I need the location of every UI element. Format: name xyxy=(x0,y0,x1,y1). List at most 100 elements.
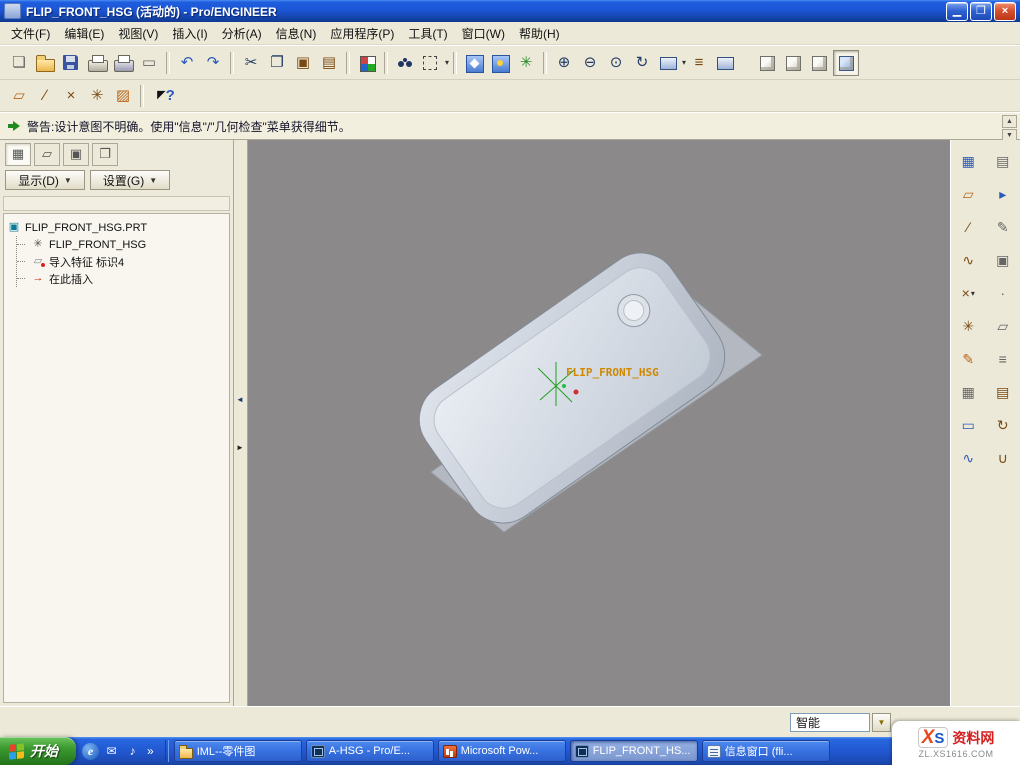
new-file-icon[interactable]: ❏ xyxy=(7,51,31,75)
refit-icon[interactable]: ⊙ xyxy=(604,51,628,75)
no-hidden-display-icon[interactable] xyxy=(807,51,831,75)
selection-filter-icon[interactable]: ▦ xyxy=(955,150,981,172)
datum-point-dropdown-icon[interactable]: ▾ xyxy=(971,289,975,298)
revolve-icon[interactable]: ↻ xyxy=(990,414,1016,436)
pick-box-icon[interactable] xyxy=(462,51,486,75)
panel-collapse-icon[interactable]: ◄ xyxy=(235,392,245,406)
zoom-in-icon[interactable]: ⊕ xyxy=(552,51,576,75)
show-menu-button[interactable]: 显示(D) ▼ xyxy=(5,170,85,190)
regenerate-icon[interactable] xyxy=(355,51,379,75)
plane-display-icon[interactable]: ▱ xyxy=(990,315,1016,337)
media-player-icon[interactable]: ♪ xyxy=(124,743,141,760)
graphics-area[interactable]: FLIP_FRONT_HSG xyxy=(248,140,950,706)
start-button[interactable]: 开始 xyxy=(0,737,76,765)
print-icon[interactable] xyxy=(85,51,109,75)
datum-point-icon[interactable]: ×▾ xyxy=(955,282,981,304)
panel-splitter[interactable]: ◄ ► xyxy=(234,140,248,706)
phone-housing-model[interactable] xyxy=(404,238,739,538)
menu-edit[interactable]: 编辑(E) xyxy=(57,22,111,45)
copy-icon[interactable]: ❐ xyxy=(265,51,289,75)
plot-icon[interactable] xyxy=(111,51,135,75)
close-button-icon[interactable]: × xyxy=(994,2,1016,21)
saved-views-icon[interactable] xyxy=(656,51,680,75)
sweep-icon[interactable]: ∿ xyxy=(955,447,981,469)
csys-tool-icon[interactable]: ✳ xyxy=(85,84,109,108)
panel-expand-icon[interactable]: ► xyxy=(235,440,245,454)
zoom-out-icon[interactable]: ⊖ xyxy=(578,51,602,75)
quick-launch-overflow-icon[interactable]: » xyxy=(145,744,156,758)
selection-filter-combobox[interactable]: 智能 xyxy=(790,713,870,732)
paste-special-icon[interactable]: ▤ xyxy=(317,51,341,75)
style-tool-icon[interactable]: ▣ xyxy=(990,249,1016,271)
tree-item-import-feature[interactable]: ▱ 导入特征 标识4 xyxy=(17,253,226,270)
minimize-button-icon[interactable]: ▁ xyxy=(946,2,968,21)
task-button-flip-front-hsg[interactable]: FLIP_FRONT_HS... xyxy=(570,740,698,762)
datum-axis-icon[interactable]: ∕ xyxy=(955,216,981,238)
datum-plane-tool-icon[interactable]: ▱ xyxy=(7,84,31,108)
cut-icon[interactable]: ✂ xyxy=(239,51,263,75)
selection-filter-dropdown-icon[interactable]: ▼ xyxy=(872,713,891,732)
task-button-iml-folder[interactable]: IML--零件图 xyxy=(174,740,302,762)
sketch-icon[interactable]: ✎ xyxy=(955,348,981,370)
message-scroll-up-icon[interactable]: ▲ xyxy=(1002,115,1017,128)
mail-icon[interactable]: ✉ xyxy=(103,743,120,760)
view-manager-icon[interactable] xyxy=(713,51,737,75)
point-display-icon[interactable]: · xyxy=(990,282,1016,304)
task-button-powerpoint[interactable]: Microsoft Pow... xyxy=(438,740,566,762)
axis-orient-icon[interactable]: ▸ xyxy=(990,183,1016,205)
open-file-icon[interactable] xyxy=(33,51,57,75)
datum-display-icon[interactable]: ▤ xyxy=(990,150,1016,172)
hidden-line-display-icon[interactable] xyxy=(781,51,805,75)
menu-file[interactable]: 文件(F) xyxy=(4,22,57,45)
task-button-a-hsg-proe[interactable]: A-HSG - Pro/E... xyxy=(306,740,434,762)
grid-icon[interactable]: ▦ xyxy=(955,381,981,403)
wireframe-display-icon[interactable] xyxy=(755,51,779,75)
menu-analysis[interactable]: 分析(A) xyxy=(215,22,269,45)
datum-axis-tool-icon[interactable]: ∕ xyxy=(33,84,57,108)
redo-icon[interactable]: ↷ xyxy=(201,51,225,75)
connections-tab-icon[interactable]: ❐ xyxy=(92,143,118,166)
task-button-info-window[interactable]: 信息窗口 (fli... xyxy=(702,740,830,762)
settings-menu-button[interactable]: 设置(G) ▼ xyxy=(90,170,170,190)
datum-plane-icon[interactable]: ▱ xyxy=(955,183,981,205)
menu-info[interactable]: 信息(N) xyxy=(269,22,324,45)
undo-icon[interactable]: ↶ xyxy=(175,51,199,75)
menu-tools[interactable]: 工具(T) xyxy=(401,22,454,45)
reorient-icon[interactable]: ↻ xyxy=(630,51,654,75)
find-icon[interactable] xyxy=(393,51,417,75)
menu-insert[interactable]: 插入(I) xyxy=(165,22,214,45)
favorites-tab-icon[interactable]: ▣ xyxy=(63,143,89,166)
layer-display-icon[interactable]: ≡ xyxy=(990,348,1016,370)
model-tree-tab-icon[interactable]: ▦ xyxy=(5,143,31,166)
select-mode-icon[interactable] xyxy=(419,51,443,75)
internet-explorer-icon[interactable]: e xyxy=(82,743,99,760)
menu-help[interactable]: 帮助(H) xyxy=(512,22,567,45)
datum-point-tool-icon[interactable]: × xyxy=(59,84,83,108)
tree-item-insert-here[interactable]: → 在此插入 xyxy=(17,270,226,287)
pick-chain-icon[interactable] xyxy=(488,51,512,75)
tree-item-part[interactable]: ▣ FLIP_FRONT_HSG.PRT xyxy=(7,219,226,236)
annotation-icon[interactable]: ✎ xyxy=(990,216,1016,238)
csys-icon[interactable]: ✳ xyxy=(955,315,981,337)
menu-window[interactable]: 窗口(W) xyxy=(455,22,512,45)
tree-item-csys[interactable]: ✳ FLIP_FRONT_HSG xyxy=(17,236,226,253)
round-icon[interactable]: ∪ xyxy=(990,447,1016,469)
save-icon[interactable] xyxy=(59,51,83,75)
saved-views-dropdown-icon[interactable]: ▾ xyxy=(682,58,686,67)
erase-display-icon[interactable]: ▭ xyxy=(137,51,161,75)
pattern-icon[interactable]: ▤ xyxy=(990,381,1016,403)
paste-icon[interactable]: ▣ xyxy=(291,51,315,75)
menu-view[interactable]: 视图(V) xyxy=(111,22,165,45)
shaded-display-icon[interactable] xyxy=(833,50,859,76)
extrude-icon[interactable]: ▭ xyxy=(955,414,981,436)
spin-center-icon[interactable]: ✳ xyxy=(514,51,538,75)
context-help-icon[interactable]: ◤ ? xyxy=(149,84,183,108)
folder-browser-tab-icon[interactable]: ▱ xyxy=(34,143,60,166)
model-canvas[interactable]: FLIP_FRONT_HSG xyxy=(248,140,950,706)
select-mode-dropdown-icon[interactable]: ▾ xyxy=(445,58,449,67)
menu-applications[interactable]: 应用程序(P) xyxy=(323,22,401,45)
layers-icon[interactable]: ≡ xyxy=(687,51,711,75)
datum-curve-icon[interactable]: ∿ xyxy=(955,249,981,271)
sketch-tool-icon[interactable]: ▨ xyxy=(111,84,135,108)
restore-button-icon[interactable]: ❐ xyxy=(970,2,992,21)
